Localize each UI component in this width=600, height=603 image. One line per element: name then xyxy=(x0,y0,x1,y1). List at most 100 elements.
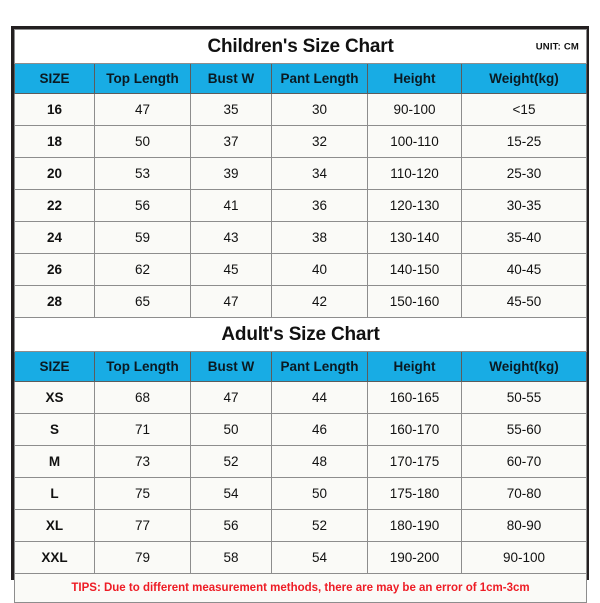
measurement-cell: 160-170 xyxy=(367,413,462,446)
measurement-cell: 44 xyxy=(271,381,368,414)
size-cell: XL xyxy=(14,509,95,542)
measurement-cell: 140-150 xyxy=(367,253,462,286)
size-cell: 22 xyxy=(14,189,95,222)
measurement-cell: 47 xyxy=(190,381,272,414)
measurement-cell: 50 xyxy=(271,477,368,510)
column-header-children-4: Height xyxy=(367,63,462,94)
table-row: XXL 79 58 54 190-200 90-100 xyxy=(14,541,588,574)
measurement-cell: 25-30 xyxy=(460,157,588,190)
measurement-cell: 45-50 xyxy=(460,285,588,318)
table-row: 18 50 37 32 100-110 15-25 xyxy=(14,125,588,158)
measurement-cell: 77 xyxy=(94,509,191,542)
column-header-children-2: Bust W xyxy=(190,63,272,94)
column-header-row-children: SIZE Top Length Bust W Pant Length Height Wei… xyxy=(14,63,588,94)
measurement-cell: 43 xyxy=(190,221,272,254)
measurement-cell: 56 xyxy=(190,509,272,542)
size-cell: 24 xyxy=(14,221,95,254)
page-title-children: Children's Size Chart xyxy=(207,35,394,57)
measurement-cell: 41 xyxy=(190,189,272,222)
page-title-adult: Adult's Size Chart xyxy=(221,323,380,345)
column-header-children-0: SIZE xyxy=(14,63,95,94)
measurement-cell: 53 xyxy=(94,157,191,190)
measurement-cell: 50 xyxy=(190,413,272,446)
chart-title-row-adult: Adult's Size Chart xyxy=(13,317,588,352)
measurement-cell: 90-100 xyxy=(460,541,588,574)
table-row: 22 56 41 36 120-130 30-35 xyxy=(14,189,588,222)
measurement-cell: 100-110 xyxy=(367,125,462,158)
table-row: XS 68 47 44 160-165 50-55 xyxy=(14,381,588,414)
size-cell: M xyxy=(14,445,95,478)
measurement-cell: 160-165 xyxy=(367,381,462,414)
measurement-cell: 59 xyxy=(94,221,191,254)
table-row: 16 47 35 30 90-100 <15 xyxy=(14,93,588,126)
column-header-row-adult: SIZE Top Length Bust W Pant Length Height Wei… xyxy=(14,351,588,382)
measurement-cell: 180-190 xyxy=(367,509,462,542)
measurement-cell: 36 xyxy=(271,189,368,222)
column-header-adult-0: SIZE xyxy=(14,351,95,382)
table-row: S 71 50 46 160-170 55-60 xyxy=(14,413,588,446)
measurement-cell: 75 xyxy=(94,477,191,510)
measurement-cell: 71 xyxy=(94,413,191,446)
size-cell: L xyxy=(14,477,95,510)
measurement-cell: 30 xyxy=(271,93,368,126)
size-cell: XS xyxy=(14,381,95,414)
measurement-cell: 190-200 xyxy=(367,541,462,574)
column-header-adult-5: Weight(kg) xyxy=(460,351,588,382)
measurement-cell: 46 xyxy=(271,413,368,446)
measurement-cell: 38 xyxy=(271,221,368,254)
measurement-cell: 60-70 xyxy=(460,445,588,478)
tips-row: TIPS: Due to different measurement metho… xyxy=(13,573,588,603)
measurement-cell: 34 xyxy=(271,157,368,190)
measurement-cell: 56 xyxy=(94,189,191,222)
chart-title-cell-adult: Adult's Size Chart xyxy=(13,317,588,352)
table-row: L 75 54 50 175-180 70-80 xyxy=(14,477,588,510)
measurement-cell: 35-40 xyxy=(460,221,588,254)
unit-label: UNIT: CM xyxy=(535,41,580,52)
measurement-cell: 68 xyxy=(94,381,191,414)
table-row: M 73 52 48 170-175 60-70 xyxy=(14,445,588,478)
measurement-cell: 65 xyxy=(94,285,191,318)
measurement-cell: 73 xyxy=(94,445,191,478)
measurement-cell: 39 xyxy=(190,157,272,190)
measurement-cell: <15 xyxy=(460,93,588,126)
measurement-cell: 47 xyxy=(190,285,272,318)
measurement-cell: 150-160 xyxy=(367,285,462,318)
measurement-cell: 120-130 xyxy=(367,189,462,222)
column-header-adult-3: Pant Length xyxy=(271,351,368,382)
tips-text: TIPS: Due to different measurement metho… xyxy=(13,573,588,603)
measurement-cell: 175-180 xyxy=(367,477,462,510)
chart-title-row-children: Children's Size Chart UNIT: CM xyxy=(13,29,588,64)
size-cell: 18 xyxy=(14,125,95,158)
measurement-cell: 48 xyxy=(271,445,368,478)
measurement-cell: 45 xyxy=(190,253,272,286)
chart-title-cell-children: Children's Size Chart UNIT: CM xyxy=(13,29,588,64)
size-chart-table: Children's Size Chart UNIT: CM SIZE Top Len… xyxy=(13,29,588,603)
column-header-children-5: Weight(kg) xyxy=(460,63,588,94)
measurement-cell: 37 xyxy=(190,125,272,158)
measurement-cell: 58 xyxy=(190,541,272,574)
table-row: 28 65 47 42 150-160 45-50 xyxy=(14,285,588,318)
measurement-cell: 79 xyxy=(94,541,191,574)
size-cell: XXL xyxy=(14,541,95,574)
measurement-cell: 80-90 xyxy=(460,509,588,542)
size-cell: S xyxy=(14,413,95,446)
table-row: 26 62 45 40 140-150 40-45 xyxy=(14,253,588,286)
measurement-cell: 52 xyxy=(190,445,272,478)
measurement-cell: 32 xyxy=(271,125,368,158)
size-cell: 16 xyxy=(14,93,95,126)
column-header-adult-1: Top Length xyxy=(94,351,191,382)
measurement-cell: 110-120 xyxy=(367,157,462,190)
size-cell: 28 xyxy=(14,285,95,318)
measurement-cell: 50 xyxy=(94,125,191,158)
measurement-cell: 35 xyxy=(190,93,272,126)
measurement-cell: 54 xyxy=(271,541,368,574)
measurement-cell: 55-60 xyxy=(460,413,588,446)
measurement-cell: 47 xyxy=(94,93,191,126)
table-row: 24 59 43 38 130-140 35-40 xyxy=(14,221,588,254)
table-row: 20 53 39 34 110-120 25-30 xyxy=(14,157,588,190)
measurement-cell: 50-55 xyxy=(460,381,588,414)
measurement-cell: 52 xyxy=(271,509,368,542)
column-header-children-3: Pant Length xyxy=(271,63,368,94)
column-header-adult-2: Bust W xyxy=(190,351,272,382)
measurement-cell: 30-35 xyxy=(460,189,588,222)
